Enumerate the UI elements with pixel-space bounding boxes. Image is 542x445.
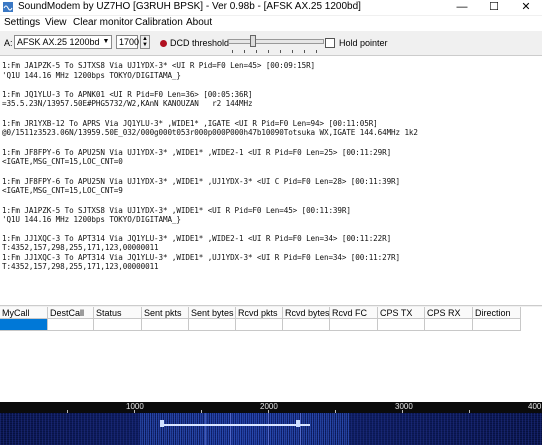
waterfall-signal-band bbox=[140, 413, 350, 445]
table-cell[interactable] bbox=[283, 319, 330, 331]
table-cell[interactable] bbox=[473, 319, 521, 331]
slider-tick bbox=[268, 50, 269, 53]
monitor-panel[interactable]: 1:Fm JA1PZK-5 To SJTXS8 Via UJ1YDX-3* <U… bbox=[0, 55, 542, 306]
frequency-scale: 1000 2000 3000 400 bbox=[0, 402, 542, 413]
table-cell[interactable] bbox=[142, 319, 189, 331]
column-header-label: DestCall bbox=[50, 308, 85, 318]
column-header-label: Sent pkts bbox=[144, 308, 182, 318]
toolbar: A: AFSK AX.25 1200bd ▼ 1700 ▲ ▼ DCD thres… bbox=[0, 33, 542, 53]
monitor-line: 1:Fm JA1PZK-5 To SJTXS8 Via UJ1YDX-3* ,W… bbox=[2, 206, 351, 215]
monitor-line: <IGATE,MSG_CNT=15,LOC_CNT=0 bbox=[2, 157, 123, 166]
monitor-line: 1:Fm JF8FPY-6 To APU25N Via UJ1YDX-3* ,W… bbox=[2, 177, 400, 186]
scale-label: 400 bbox=[528, 402, 542, 411]
hold-pointer-label: Hold pointer bbox=[339, 38, 388, 48]
column-header-label: MyCall bbox=[2, 308, 30, 318]
channel-label: A: bbox=[4, 38, 13, 48]
column-header-label: Direction bbox=[475, 308, 511, 318]
table-cell[interactable] bbox=[425, 319, 473, 331]
column-header-label: Rcvd FC bbox=[332, 308, 368, 318]
column-header-direction[interactable]: Direction bbox=[473, 307, 521, 319]
column-header-rcvd-pkts[interactable]: Rcvd pkts bbox=[236, 307, 283, 319]
monitor-line: @0/1511z3523.06N/13959.50E_032/000g000t0… bbox=[2, 128, 418, 137]
slider-tick bbox=[304, 50, 305, 53]
column-header-cps-tx[interactable]: CPS TX bbox=[378, 307, 425, 319]
column-header-label: Sent bytes bbox=[191, 308, 234, 318]
app-icon bbox=[3, 2, 13, 12]
monitor-line: T:4352,157,298,255,171,123,00000011 bbox=[2, 243, 159, 252]
column-header-sent-pkts[interactable]: Sent pkts bbox=[142, 307, 189, 319]
chevron-down-icon: ▼ bbox=[102, 38, 110, 45]
monitor-line: 1:Fm JQ1YLU-3 To APNK01 <UI R Pid=F0 Len… bbox=[2, 90, 253, 99]
column-header-status[interactable]: Status bbox=[94, 307, 142, 319]
column-header-label: Status bbox=[96, 308, 122, 318]
hold-pointer-checkbox[interactable] bbox=[325, 38, 335, 48]
waterfall-streak bbox=[300, 413, 301, 445]
monitor-line: 'Q1U 144.16 MHz 1200bps TOKYO/DIGITAMA_} bbox=[2, 215, 181, 224]
slider-tick bbox=[232, 50, 233, 53]
column-header-label: Rcvd pkts bbox=[238, 308, 278, 318]
monitor-line: 1:Fm JJ1XQC-3 To APT314 Via JQ1YLU-3* ,W… bbox=[2, 253, 400, 262]
dcd-threshold-slider-thumb[interactable] bbox=[250, 35, 256, 47]
slider-tick bbox=[316, 50, 317, 53]
title-bar: SoundModem by UZ7HO [G3RUH BPSK] - Ver 0… bbox=[0, 0, 542, 15]
table-cell[interactable] bbox=[330, 319, 378, 331]
connections-table: MyCall DestCall Status Sent pkts Sent by… bbox=[0, 307, 542, 402]
table-cell-selected[interactable] bbox=[0, 319, 48, 331]
monitor-line: 1:Fm JF8FPY-6 To APU25N Via UJ1YDX-3* ,W… bbox=[2, 148, 392, 157]
table-cell[interactable] bbox=[236, 319, 283, 331]
frequency-stepper[interactable]: ▲ ▼ bbox=[140, 35, 150, 49]
tuning-marker-right-icon bbox=[296, 420, 300, 427]
slider-tick bbox=[292, 50, 293, 53]
monitor-line: 1:Fm JA1PZK-5 To SJTXS8 Via UJ1YDX-3* <U… bbox=[2, 61, 316, 70]
monitor-line: 1:Fm JR1YXB-12 To APRS Via JQ1YLU-3* ,WI… bbox=[2, 119, 378, 128]
table-cell[interactable] bbox=[94, 319, 142, 331]
menu-calibration[interactable]: Calibration bbox=[135, 17, 183, 28]
monitor-line: 1:Fm JJ1XQC-3 To APT314 Via JQ1YLU-3* ,W… bbox=[2, 234, 392, 243]
column-header-label: CPS TX bbox=[380, 308, 413, 318]
close-button[interactable]: ✕ bbox=[510, 0, 542, 15]
column-header-sent-bytes[interactable]: Sent bytes bbox=[189, 307, 236, 319]
menu-view[interactable]: View bbox=[45, 17, 67, 28]
column-header-mycall[interactable]: MyCall bbox=[0, 307, 48, 319]
column-header-destcall[interactable]: DestCall bbox=[48, 307, 94, 319]
column-header-cps-rx[interactable]: CPS RX bbox=[425, 307, 473, 319]
waterfall-display[interactable]: 1000 2000 3000 400 bbox=[0, 402, 542, 445]
menu-clear-monitor[interactable]: Clear monitor bbox=[73, 17, 133, 28]
waterfall-streak bbox=[230, 413, 231, 445]
column-header-label: CPS RX bbox=[427, 308, 461, 318]
dcd-threshold-slider[interactable] bbox=[228, 39, 324, 44]
table-cell[interactable] bbox=[189, 319, 236, 331]
slider-tick bbox=[244, 50, 245, 53]
minimize-button[interactable]: — bbox=[446, 0, 478, 15]
waterfall-carrier-line bbox=[160, 424, 310, 426]
column-header-label: Rcvd bytes bbox=[285, 308, 330, 318]
table-cell[interactable] bbox=[378, 319, 425, 331]
waterfall-streak bbox=[205, 413, 206, 445]
mode-select[interactable]: AFSK AX.25 1200bd ▼ bbox=[14, 35, 112, 49]
monitor-line: 'Q1U 144.16 MHz 1200bps TOKYO/DIGITAMA_} bbox=[2, 71, 181, 80]
column-header-rcvd-fc[interactable]: Rcvd FC bbox=[330, 307, 378, 319]
menu-bar: Settings View Clear monitor Calibration … bbox=[0, 16, 542, 31]
slider-tick bbox=[256, 50, 257, 53]
monitor-line: =35.5.23N/13957.50E#PHG5732/W2,KAnN KANO… bbox=[2, 99, 253, 108]
window-title: SoundModem by UZ7HO [G3RUH BPSK] - Ver 0… bbox=[18, 1, 361, 12]
maximize-button[interactable]: ☐ bbox=[478, 0, 510, 15]
frequency-input[interactable]: 1700 bbox=[116, 35, 140, 49]
dcd-indicator-icon bbox=[160, 40, 167, 47]
mode-select-value: AFSK AX.25 1200bd bbox=[17, 37, 100, 47]
slider-tick bbox=[280, 50, 281, 53]
tuning-marker-left-icon bbox=[160, 420, 164, 427]
menu-about[interactable]: About bbox=[186, 17, 212, 28]
frequency-value: 1700 bbox=[119, 37, 140, 47]
waterfall-streak bbox=[268, 413, 269, 445]
dcd-threshold-label: DCD threshold bbox=[170, 38, 230, 48]
table-cell[interactable] bbox=[48, 319, 94, 331]
scale-label: 3000 bbox=[395, 402, 413, 411]
monitor-line: <IGATE,MSG_CNT=15,LOC_CNT=9 bbox=[2, 186, 123, 195]
monitor-line: T:4352,157,298,255,171,123,00000011 bbox=[2, 262, 159, 271]
column-header-rcvd-bytes[interactable]: Rcvd bytes bbox=[283, 307, 330, 319]
menu-settings[interactable]: Settings bbox=[4, 17, 40, 28]
